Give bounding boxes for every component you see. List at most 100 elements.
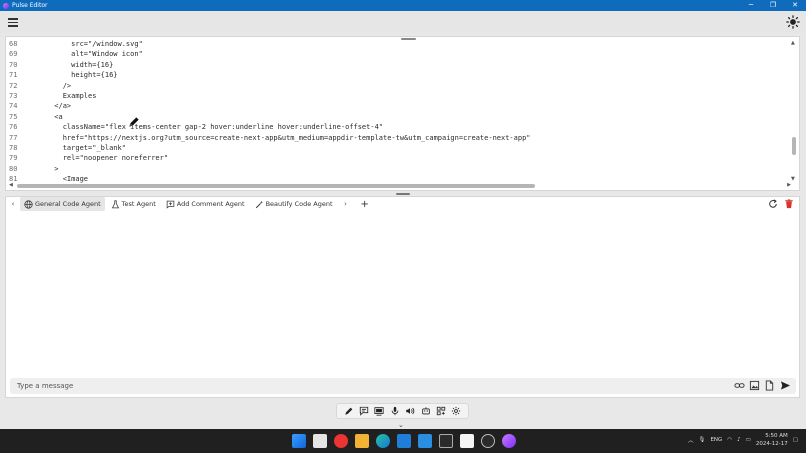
code-line[interactable]: 79 rel="noopener noreferrer" (6, 153, 791, 163)
globe-icon (24, 199, 33, 209)
scroll-up-icon[interactable]: ▲ (791, 40, 795, 46)
figma-icon[interactable] (439, 434, 453, 448)
taskbar-apps (292, 434, 516, 448)
code-line[interactable]: 69 alt="Window icon" (6, 49, 791, 59)
scroll-left-icon[interactable]: ◀ (9, 182, 13, 188)
code-line[interactable]: 80 > (6, 164, 791, 174)
message-bar (10, 378, 796, 394)
code-text: height={16} (29, 71, 118, 80)
notification-icon[interactable]: ▢ (793, 437, 798, 443)
tab-beautify-code-agent[interactable]: Beautify Code Agent (251, 197, 337, 211)
message-input[interactable] (17, 378, 717, 394)
pencil-icon[interactable] (344, 406, 354, 416)
close-window-button[interactable]: ✕ (784, 0, 806, 11)
image-icon[interactable] (749, 380, 760, 391)
code-text: /> (29, 81, 72, 90)
sun-icon[interactable] (786, 15, 800, 29)
pencil-cursor-icon (129, 117, 139, 127)
app-logo-icon (3, 2, 9, 9)
vertical-scrollbar[interactable]: ▲ ▼ (789, 37, 799, 190)
speaker-icon[interactable] (405, 406, 415, 416)
maximize-button[interactable]: ❐ (762, 0, 784, 11)
tab-general-code-agent[interactable]: General Code Agent (20, 197, 105, 211)
bottom-toolbar (336, 403, 469, 419)
magic-wand-icon (255, 200, 263, 208)
line-number: 75 (9, 112, 18, 121)
code-line[interactable]: 68 src="/window.svg" (6, 39, 791, 49)
language-indicator[interactable]: ENG (710, 437, 722, 443)
folder-icon[interactable] (355, 434, 369, 448)
mic-tray-icon[interactable]: 🎙 (698, 437, 705, 443)
code-text: src="/window.svg" (29, 40, 143, 48)
chevron-down-icon[interactable]: ⌄ (398, 421, 404, 429)
system-tray: ︿ 🎙 ENG ◠ ♪ ▭ 5:50 AM 2024-12-17 ▢ (688, 432, 798, 448)
tab-label: General Code Agent (35, 200, 101, 208)
horizontal-scrollbar[interactable]: ◀ ▶ (6, 182, 791, 190)
pulse-editor-icon[interactable] (502, 434, 516, 448)
calculator-icon[interactable] (313, 434, 327, 448)
agent-panel: ‹ General Code Agent Test Agent Add Comm… (5, 196, 800, 398)
app-header (0, 11, 806, 33)
code-text: className="flex items-center gap-2 hover… (29, 123, 384, 132)
code-line[interactable]: 77 href="https://nextjs.org?utm_source=c… (6, 133, 791, 143)
tabs-prev-button[interactable]: ‹ (6, 200, 20, 208)
vertical-scroll-thumb[interactable] (792, 137, 796, 155)
tray-chevron-icon[interactable]: ︿ (688, 436, 694, 444)
code-line[interactable]: 70 width={16} (6, 60, 791, 70)
robot-icon[interactable] (421, 406, 431, 416)
code-line[interactable]: 74 </a> (6, 101, 791, 111)
start-icon[interactable] (292, 434, 306, 448)
panel-resize-handle[interactable] (396, 193, 410, 195)
menu-icon[interactable] (7, 16, 19, 28)
settings-icon[interactable] (451, 406, 461, 416)
link-icon[interactable] (734, 380, 745, 391)
clock-date: 2024-12-17 (755, 441, 788, 447)
app-window: Pulse Editor ─ ❐ ✕ 68 src="/window.svg" 6… (0, 0, 806, 453)
code-line[interactable]: 72 /> (6, 81, 791, 91)
apps-grid-icon[interactable] (436, 406, 446, 416)
tab-label: Beautify Code Agent (265, 200, 333, 208)
code-line[interactable]: 73 Examples (6, 91, 791, 101)
notion-icon[interactable] (460, 434, 474, 448)
tabs-next-button[interactable]: › (339, 200, 353, 208)
line-number: 73 (9, 91, 18, 100)
record-icon[interactable] (334, 434, 348, 448)
line-number: 80 (9, 164, 18, 173)
wifi-icon[interactable]: ◠ (727, 437, 732, 443)
tab-test-agent[interactable]: Test Agent (107, 197, 160, 211)
tab-add-comment-agent[interactable]: Add Comment Agent (162, 197, 249, 211)
chat-icon[interactable] (359, 406, 369, 416)
microphone-icon[interactable] (390, 406, 400, 416)
code-editor[interactable]: 68 src="/window.svg" 69 alt="Window icon"… (5, 36, 800, 191)
refresh-icon[interactable] (768, 199, 778, 209)
battery-icon[interactable]: ▭ (746, 437, 751, 443)
volume-icon[interactable]: ♪ (737, 437, 741, 443)
mail-icon[interactable] (397, 434, 411, 448)
minimize-button[interactable]: ─ (740, 0, 762, 11)
code-text: target="_blank" (29, 143, 126, 152)
terminal-icon[interactable] (374, 406, 385, 416)
code-text: rel="noopener noreferrer" (29, 154, 169, 163)
horizontal-scroll-thumb[interactable] (17, 184, 535, 188)
file-icon[interactable] (764, 380, 775, 391)
clock[interactable]: 5:50 AM 2024-12-17 (756, 432, 788, 448)
scroll-down-icon[interactable]: ▼ (791, 176, 795, 182)
title-bar: Pulse Editor ─ ❐ ✕ (0, 0, 806, 11)
window-controls: ─ ❐ ✕ (740, 0, 806, 11)
code-line[interactable]: 78 target="_blank" (6, 143, 791, 153)
code-line[interactable]: 76 className="flex items-center gap-2 ho… (6, 122, 791, 132)
scroll-right-icon[interactable]: ▶ (787, 182, 791, 188)
os-taskbar: ︿ 🎙 ENG ◠ ♪ ▭ 5:50 AM 2024-12-17 ▢ (0, 429, 806, 453)
code-text: </a> (29, 102, 72, 111)
code-lines: 68 src="/window.svg" 69 alt="Window icon"… (6, 39, 791, 184)
code-line[interactable]: 75 <a (6, 112, 791, 122)
code-text: <a (29, 112, 63, 121)
line-number: 69 (9, 50, 18, 59)
add-agent-button[interactable]: + (361, 199, 369, 210)
edge-icon[interactable] (376, 434, 390, 448)
send-icon[interactable] (779, 380, 792, 391)
delete-icon[interactable] (784, 199, 794, 209)
code-line[interactable]: 71 height={16} (6, 70, 791, 80)
github-icon[interactable] (481, 434, 495, 448)
vscode-icon[interactable] (418, 434, 432, 448)
